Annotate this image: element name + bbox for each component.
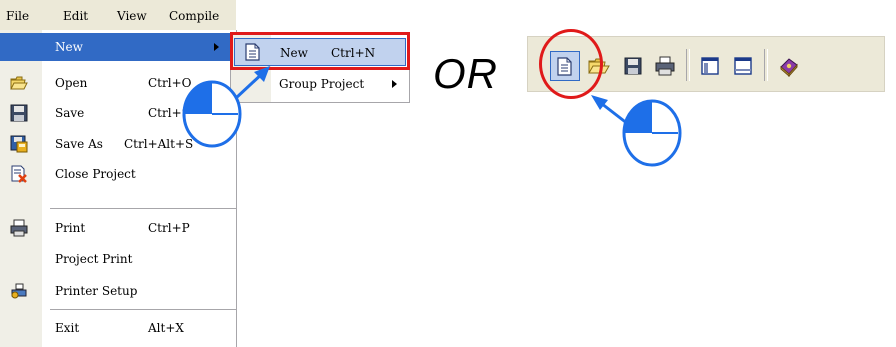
- mouse-button-fill: [624, 101, 652, 133]
- mouse-button-fill: [184, 82, 212, 114]
- pointer-callout-menu: [182, 66, 270, 148]
- pointer-callout-toolbar: [591, 95, 682, 167]
- annotation-overlay: [182, 66, 682, 167]
